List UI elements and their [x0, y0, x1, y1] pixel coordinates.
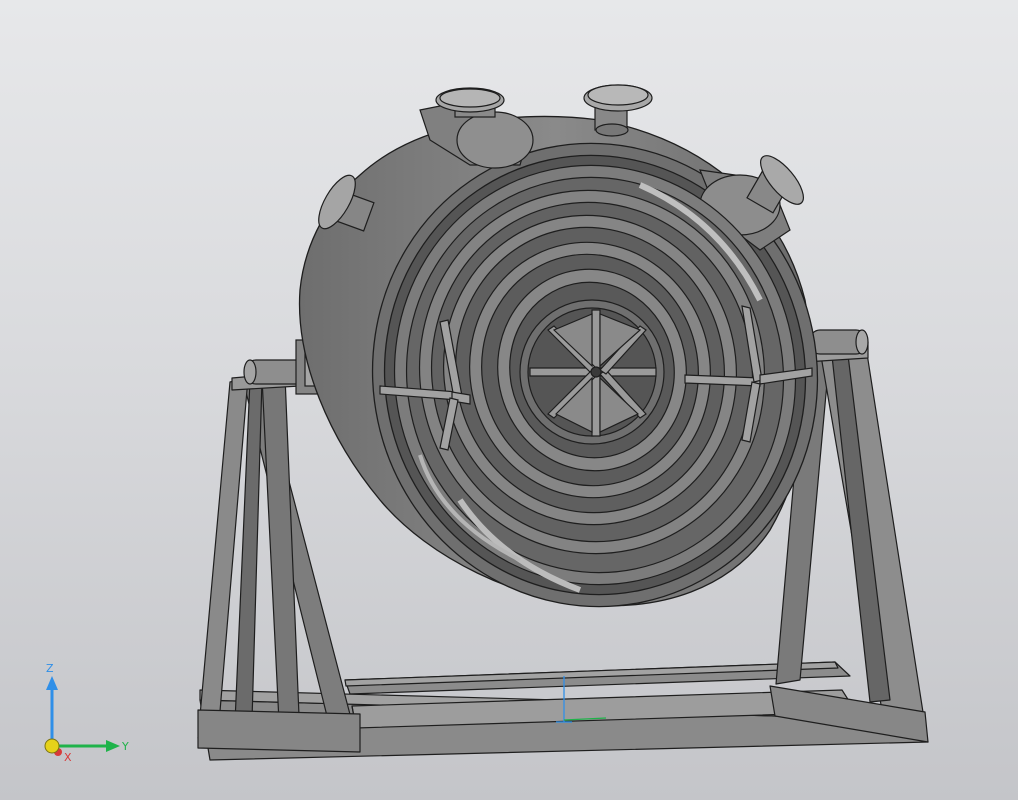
y-axis-label: Y — [121, 740, 129, 753]
reactor-3d-model[interactable] — [0, 0, 1018, 800]
z-axis-arrow — [46, 676, 58, 690]
trunnion-right — [809, 329, 869, 355]
axis-triad[interactable]: Z Y X — [30, 660, 150, 770]
central-hub — [519, 299, 665, 445]
y-axis-arrow — [106, 740, 120, 752]
x-axis-label: X — [64, 751, 72, 764]
left-aframe-base — [197, 709, 361, 753]
triad-origin — [44, 738, 60, 754]
3d-viewport[interactable]: Z Y X — [0, 0, 1018, 800]
z-axis-label: Z — [46, 662, 54, 675]
